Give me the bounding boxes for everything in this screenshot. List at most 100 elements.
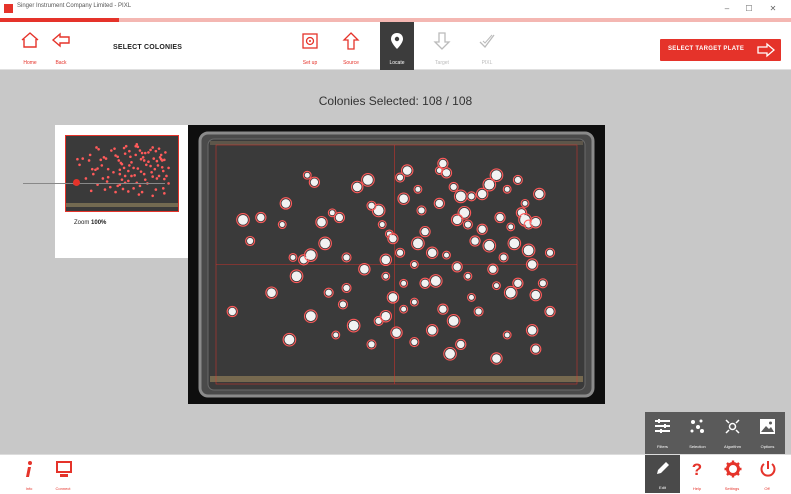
step-pixl-label: PIXL [481, 60, 493, 66]
colony [396, 174, 404, 181]
colony [310, 178, 319, 186]
colony [535, 189, 544, 199]
colony [464, 221, 471, 228]
colony [421, 227, 429, 236]
overview-panel: Zoom 100% [55, 125, 188, 258]
colony [399, 194, 408, 203]
close-button[interactable]: ✕ [764, 3, 782, 15]
colony [281, 199, 291, 208]
plate-image-view[interactable] [188, 125, 605, 404]
colony [360, 264, 369, 274]
colony [509, 238, 520, 249]
filters-button[interactable]: Filters [645, 412, 680, 455]
colony [421, 279, 429, 287]
filters-icon [655, 419, 670, 433]
thumb-colony [100, 164, 104, 167]
thumb-colony [153, 167, 157, 171]
colony [352, 182, 362, 192]
thumb-colony [120, 162, 124, 166]
thumb-colony [123, 174, 127, 178]
thumb-colony [95, 146, 98, 149]
home-button[interactable]: Home [13, 22, 47, 70]
thumb-colony [108, 185, 112, 189]
step-target[interactable]: Target [425, 22, 459, 70]
select-target-plate-button[interactable]: SELECT TARGET PLATE [660, 39, 781, 61]
step-pixl[interactable]: PIXL [470, 22, 504, 70]
colony [238, 214, 248, 225]
colony [363, 175, 373, 185]
colony [439, 159, 447, 168]
algorithm-button[interactable]: Algorithm [715, 412, 750, 455]
zoom-slider-track[interactable] [23, 183, 165, 184]
home-label: Home [23, 60, 37, 66]
thumb-colony [121, 187, 125, 191]
options-button[interactable]: Options [750, 412, 785, 455]
thumb-edge [66, 203, 178, 207]
thumb-colony [78, 163, 81, 167]
colony [455, 191, 466, 202]
colony [430, 276, 441, 286]
back-button[interactable]: Back [44, 22, 78, 70]
window-title: Singer Instrument Company Limited - PIXL [17, 3, 132, 9]
minimize-button[interactable]: – [718, 3, 736, 15]
colony [418, 207, 425, 214]
edit-button[interactable]: Edit [645, 455, 680, 493]
selection-button[interactable]: Selection [680, 412, 715, 455]
step-target-label: Target [435, 60, 449, 66]
settings-button[interactable]: Settings [715, 455, 749, 494]
thumb-colony [132, 166, 135, 170]
colony [368, 341, 375, 348]
colony [442, 169, 451, 177]
colony [484, 179, 495, 190]
colony [443, 252, 449, 258]
help-label: Help [692, 486, 702, 491]
edit-label: Edit [659, 485, 666, 490]
thumb-colony [139, 170, 143, 173]
thumb-colony [96, 167, 99, 170]
help-button[interactable]: ? Help [680, 455, 714, 494]
thumb-colony [138, 149, 142, 152]
selection-label: Selection [689, 444, 706, 449]
thumb-colony [161, 187, 165, 190]
colony [348, 320, 359, 331]
maximize-button[interactable]: ☐ [740, 3, 758, 15]
info-button[interactable]: Info [12, 455, 46, 494]
step-locate[interactable]: Locate [380, 22, 414, 70]
top-toolbar: Home Back SELECT COLONIES Set up Source … [0, 22, 791, 70]
power-off-button[interactable]: Off [750, 455, 784, 494]
colony [401, 280, 407, 286]
colony [504, 332, 510, 338]
thumb-colony [147, 151, 150, 154]
colony [427, 248, 437, 258]
thumb-colony [160, 165, 164, 169]
step-source[interactable]: Source [334, 22, 368, 70]
colony [475, 308, 482, 315]
thumb-colony [140, 151, 144, 155]
colony [411, 299, 417, 305]
pencil-icon [657, 462, 669, 474]
thumb-colony [143, 151, 147, 155]
colony [496, 213, 504, 222]
thumb-background [66, 136, 178, 211]
colony [452, 215, 462, 225]
connect-button[interactable]: Connect [46, 455, 80, 494]
plate-thumbnail[interactable] [65, 135, 179, 212]
thumb-colony [114, 154, 117, 157]
colony [396, 249, 404, 256]
colony [320, 238, 330, 249]
colony [290, 254, 296, 260]
colony [527, 260, 537, 269]
step-setup-label: Set up [302, 60, 318, 66]
colony [435, 199, 444, 208]
thumb-colony [87, 159, 91, 162]
off-label: Off [764, 486, 770, 491]
info-label: Info [25, 486, 33, 491]
thumb-colony [117, 159, 121, 162]
thumb-colony [130, 174, 133, 178]
thumb-colony [163, 177, 166, 181]
pixl-icon [479, 34, 495, 48]
thumb-colony [134, 153, 138, 157]
step-setup[interactable]: Set up [293, 22, 327, 70]
algorithm-icon [725, 419, 740, 434]
thumb-colony [147, 160, 150, 163]
